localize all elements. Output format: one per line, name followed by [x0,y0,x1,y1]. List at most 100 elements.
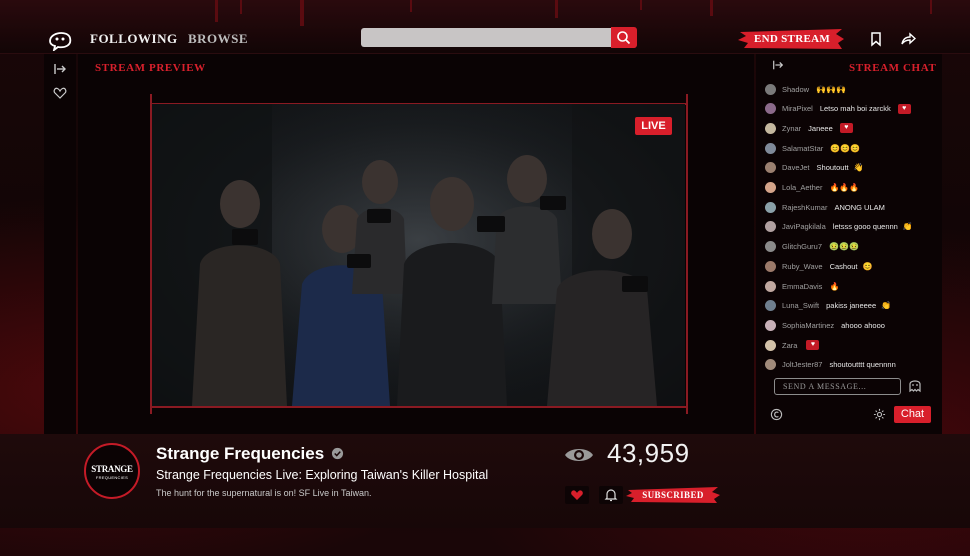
stream-chat-title: STREAM CHAT [849,62,937,74]
chat-emoji: 👋 [853,163,864,173]
subscribed-label: SUBSCRIBED [642,490,704,500]
heart-filled-icon [571,490,583,500]
chat-emoji: 😊 [862,261,873,271]
chat-message: SalamatStar 😊😊😊 [765,140,860,156]
chat-message: GlitchGuru7 🤢🤢🤢 [765,239,859,255]
chat-user-avatar[interactable] [765,142,776,154]
chat-username[interactable]: Shadow [782,85,809,94]
chat-text: letsss gooo quennn [832,222,898,232]
chat-send-button[interactable]: Chat [894,406,931,423]
heart-emote-icon: ♥ [806,340,820,351]
chat-username[interactable]: Ruby_Wave [782,262,823,271]
chat-text: shoutoutttt quennnn [829,360,896,370]
notification-bell-button[interactable] [599,486,623,504]
channel-avatar[interactable]: STRANGE FREQUENCIES [84,443,140,499]
chat-emoji: 🤢🤢🤢 [829,242,859,252]
like-button[interactable] [565,486,589,504]
end-stream-button[interactable]: END STREAM [738,28,846,50]
channel-name[interactable]: Strange Frequencies [156,444,324,464]
app-logo-ghost-icon[interactable] [46,27,74,51]
collapse-chat-icon[interactable] [772,59,784,71]
chat-username[interactable]: MiraPixel [782,104,813,113]
channel-points-icon[interactable] [770,408,783,421]
chat-user-avatar[interactable] [765,201,776,213]
chat-user-avatar[interactable] [765,182,776,193]
chat-message: SophiaMartinez ahooo ahooo [765,317,890,333]
chat-username[interactable]: Zynar [782,124,801,133]
chat-user-avatar[interactable] [765,83,776,95]
chat-user-avatar[interactable] [765,260,776,272]
chat-text: Shoutoutt [816,163,849,173]
left-rail [44,54,76,434]
chat-emoji: 🔥🔥🔥 [829,183,860,192]
chat-text: Cashout [829,261,858,271]
verified-check-icon [331,447,344,460]
blood-drips-decoration [215,0,932,26]
ghost-emote-icon[interactable] [907,377,923,393]
chat-user-avatar[interactable] [765,122,776,134]
chat-username[interactable]: DaveJet [782,163,810,172]
stream-description: The hunt for the supernatural is on! SF … [156,488,372,498]
chat-emoji: 🔥 [829,281,840,291]
chat-text: Letso mah boi zarckk [819,104,891,114]
chat-text: ANONG ULAM [834,202,885,212]
chat-emoji: 😊😊😊 [830,143,861,153]
chat-message: Lola_Aether 🔥🔥🔥 [765,180,859,196]
chat-message: Zara ♥ [765,337,820,353]
chat-text: pakiss janeeee [826,301,877,311]
chat-username[interactable]: SalamatStar [782,144,823,153]
nav-browse[interactable]: BROWSE [188,31,248,47]
chat-message: Luna_Swift pakiss janeeee 👏 [765,298,891,314]
expand-right-icon[interactable] [53,62,67,76]
chat-username[interactable]: Zara [782,341,797,350]
chat-username[interactable]: RajeshKumar [782,203,827,212]
chat-user-avatar[interactable] [765,319,776,331]
chat-user-avatar[interactable] [765,103,776,115]
search-icon [617,31,631,45]
chat-emoji: 👏 [881,301,892,311]
viewers-eye-icon [565,449,593,461]
chat-user-avatar[interactable] [765,162,776,174]
settings-gear-icon[interactable] [873,408,886,421]
subscribed-button[interactable]: SUBSCRIBED [626,486,720,504]
live-badge: LIVE [635,117,672,135]
chat-message: DaveJet Shoutoutt 👋 [765,160,864,176]
heart-emote-icon: ♥ [839,123,853,134]
chat-username[interactable]: EmmaDavis [782,282,822,291]
chat-username[interactable]: Lola_Aether [782,183,822,192]
chat-username[interactable]: GlitchGuru7 [782,242,822,251]
search-input[interactable] [361,28,612,47]
frame-line-bottom [150,406,687,408]
nav-following[interactable]: FOLLOWING [90,31,178,47]
chat-message-input[interactable]: SEND A MESSAGE... [774,378,901,395]
chat-user-avatar[interactable] [765,241,776,253]
chat-username[interactable]: JoltJester87 [782,360,822,369]
chat-user-avatar[interactable] [765,359,776,371]
chat-user-avatar[interactable] [765,339,776,351]
chat-message: RajeshKumar ANONG ULAM [765,199,890,215]
frame-line-right [686,94,688,414]
chat-message: JoltJester87 shoutoutttt quennnn [765,357,901,373]
chat-user-avatar[interactable] [765,280,776,292]
live-video-player[interactable] [152,104,685,406]
bell-icon [604,489,618,502]
video-frame-people-image [152,104,685,406]
chat-text: ahooo ahooo [841,320,885,330]
channel-avatar-logo-subtext: FREQUENCIES [95,475,129,480]
chat-message: Shadow 🙌🙌🙌 [765,81,846,97]
chat-username[interactable]: SophiaMartinez [782,321,834,330]
stream-title: Strange Frequencies Live: Exploring Taiw… [156,468,489,482]
top-navigation-bar: FOLLOWING BROWSE END STREAM [0,0,970,54]
chat-message: Ruby_Wave Cashout 😊 [765,258,872,274]
chat-user-avatar[interactable] [765,221,776,233]
chat-message: MiraPixel Letso mah boi zarckk ♥ [765,101,911,117]
chat-username[interactable]: Luna_Swift [782,301,819,310]
chat-emoji: 🙌🙌🙌 [816,84,846,94]
search-button[interactable] [611,27,637,48]
share-icon[interactable] [900,31,916,47]
heart-outline-icon[interactable] [53,86,67,100]
end-stream-label: END STREAM [753,33,831,45]
chat-user-avatar[interactable] [765,300,776,312]
chat-username[interactable]: JaviPagkilala [782,222,826,231]
bookmark-icon[interactable] [868,31,884,47]
